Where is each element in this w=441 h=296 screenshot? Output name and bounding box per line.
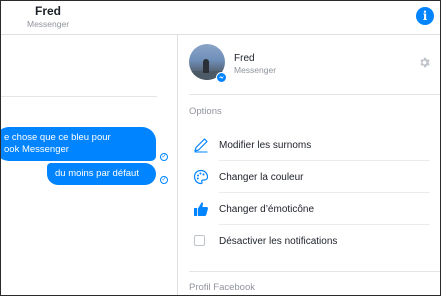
option-label: Changer d’émoticône [219,204,315,215]
messenger-badge-icon [216,72,227,83]
option-change-color[interactable]: Changer la couleur [189,161,430,193]
divider [189,271,440,272]
notifications-checkbox[interactable] [194,235,205,246]
info-icon[interactable]: i [416,7,434,25]
divider [189,94,440,95]
option-change-emoji[interactable]: Changer d’émoticône [189,193,430,225]
message-line: e chose que ce bleu pour [4,132,111,143]
conversation-pane: e chose que ce bleu pour ook Messenger ✓… [1,35,177,295]
option-edit-nicknames[interactable]: Modifier les surnoms [189,129,430,161]
messenger-window: Fred Messenger i e chose que ce bleu pou… [0,0,441,296]
palette-icon [193,169,209,185]
thumbs-up-icon [194,202,208,216]
pencil-icon [194,138,208,153]
options-section-title: Options [189,106,222,117]
conversation-header: Fred Messenger i [1,1,440,35]
avatar-figure [203,59,209,73]
gear-icon[interactable] [418,56,431,69]
option-label: Changer la couleur [219,172,304,183]
conversation-details-pane: Fred Messenger Options Modifier les surn… [177,35,440,295]
message-bubble[interactable]: du moins par défaut [47,163,156,185]
option-label: Désactiver les notifications [219,236,338,247]
message-line: du moins par défaut [55,168,139,179]
sent-check-icon: ✓ [160,153,168,161]
header-contact-subtitle: Messenger [27,19,70,29]
option-label: Modifier les surnoms [219,140,312,151]
sent-check-icon: ✓ [160,176,168,184]
header-contact-name: Fred [35,4,62,18]
facebook-profile-section-title[interactable]: Profil Facebook [189,282,255,293]
divider [1,96,157,97]
details-contact-name: Fred [234,53,255,64]
message-bubble[interactable]: e chose que ce bleu pour ook Messenger [1,127,156,161]
details-contact-subtitle: Messenger [234,65,277,75]
message-line: ook Messenger [4,144,69,155]
option-mute-notifications[interactable]: Désactiver les notifications [189,225,430,257]
